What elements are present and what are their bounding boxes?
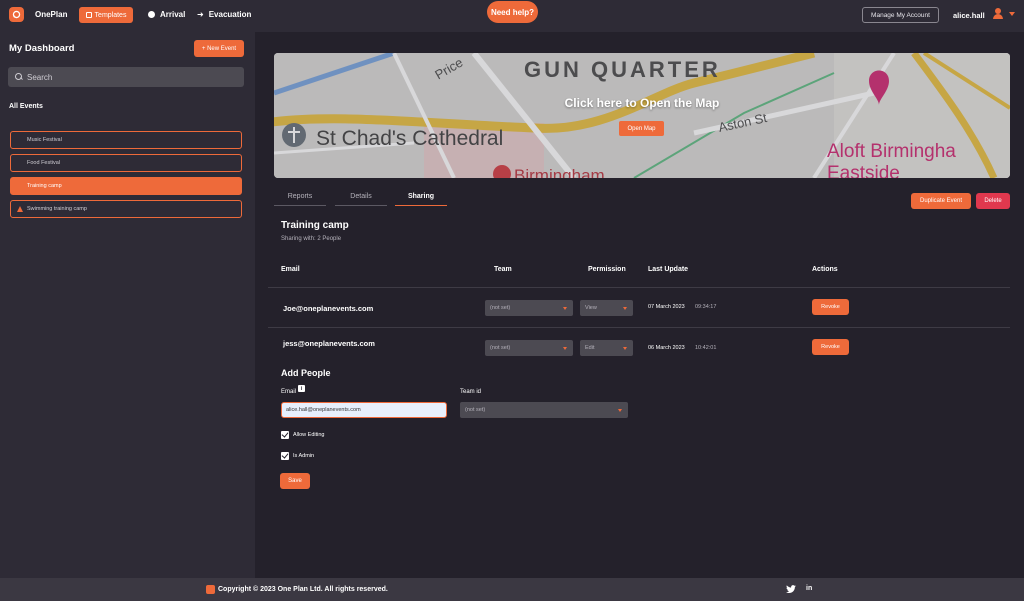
search-input[interactable]: [27, 72, 227, 82]
open-map-button[interactable]: Open Map: [619, 121, 664, 136]
table-divider: [268, 287, 1010, 288]
nav-templates-label: Templates: [94, 11, 127, 19]
is-admin-checkbox[interactable]: [281, 452, 289, 460]
open-map-prompt[interactable]: Click here to Open the Map: [274, 96, 1010, 110]
column-header-permission: Permission: [588, 266, 626, 273]
oneplan-logo-icon: [206, 585, 215, 594]
all-events-heading: All Events: [9, 103, 43, 110]
permission-select-value: View: [585, 305, 597, 311]
search-box[interactable]: [8, 67, 244, 87]
info-icon[interactable]: i: [298, 385, 305, 392]
column-header-last-update: Last Update: [648, 266, 689, 273]
is-admin-label: Is Admin: [293, 453, 315, 459]
username-label[interactable]: alice.hall: [953, 11, 985, 20]
tab-reports[interactable]: Reports: [274, 193, 326, 206]
row-time: 09:34:17: [695, 304, 717, 310]
linkedin-icon[interactable]: in: [806, 585, 815, 594]
row-date: 07 March 2023: [648, 304, 685, 310]
allow-editing-label: Allow Editing: [293, 432, 325, 438]
email-field-label: Email: [281, 389, 297, 395]
email-field[interactable]: [281, 402, 447, 418]
sharing-count: Sharing with: 2 People: [281, 236, 342, 242]
footer: Copyright © 2023 One Plan Ltd. All right…: [0, 578, 1024, 601]
delete-event-button[interactable]: Delete: [976, 193, 1010, 209]
manage-account-button[interactable]: Manage My Account: [862, 7, 939, 23]
event-label: Training camp: [27, 183, 62, 189]
row-date: 06 March 2023: [648, 345, 685, 351]
sidebar: My Dashboard + New Event All Events Musi…: [0, 32, 255, 578]
sidebar-event-music-festival[interactable]: Music Festival: [10, 131, 242, 149]
table-divider: [268, 327, 1010, 328]
row-email: jess@oneplanevents.com: [283, 339, 375, 348]
twitter-icon[interactable]: [786, 585, 796, 594]
chevron-down-icon: [623, 347, 627, 350]
event-label: Food Festival: [27, 160, 61, 166]
column-header-actions: Actions: [812, 266, 838, 273]
nav-templates-button[interactable]: Templates: [79, 7, 133, 23]
revoke-button[interactable]: Revoke: [812, 339, 849, 355]
allow-editing-checkbox[interactable]: [281, 431, 289, 439]
column-header-team: Team: [494, 266, 512, 273]
chevron-down-icon: [563, 347, 567, 350]
team-id-label: Team id: [460, 389, 482, 395]
arrival-icon: [148, 11, 155, 18]
top-navigation-bar: OnePlan Templates Arrival ➜ Evacuation N…: [0, 0, 1024, 32]
chevron-down-icon: [563, 307, 567, 310]
save-button[interactable]: Save: [280, 473, 310, 489]
event-label: Music Festival: [27, 137, 62, 143]
permission-select[interactable]: Edit: [580, 340, 633, 356]
user-avatar-icon[interactable]: [993, 8, 1003, 20]
team-select[interactable]: (not set): [485, 300, 573, 316]
team-select-value: (not set): [490, 345, 511, 351]
map-overlay: [274, 53, 1010, 178]
revoke-button[interactable]: Revoke: [812, 299, 849, 315]
search-icon: [15, 73, 23, 81]
column-header-email: Email: [281, 266, 300, 273]
evacuation-arrow-icon: ➜: [197, 10, 204, 19]
tab-details[interactable]: Details: [335, 193, 387, 206]
oneplan-logo-icon[interactable]: [9, 7, 24, 22]
team-id-select[interactable]: (not set): [460, 402, 628, 418]
event-label: Swimming training camp: [27, 206, 87, 212]
row-email: Joe@oneplanevents.com: [283, 304, 374, 313]
sidebar-event-training-camp[interactable]: Training camp: [10, 177, 242, 195]
templates-icon: [85, 12, 92, 18]
event-title: Training camp: [281, 220, 349, 231]
chevron-down-icon: [618, 409, 622, 412]
map-preview[interactable]: GUN QUARTER St Chad's Cathedral Aston St…: [274, 53, 1010, 178]
permission-select-value: Edit: [585, 345, 595, 351]
team-select[interactable]: (not set): [485, 340, 573, 356]
permission-select[interactable]: View: [580, 300, 633, 316]
team-select-value: (not set): [490, 305, 511, 311]
nav-evacuation-label: Evacuation: [208, 10, 252, 19]
add-people-heading: Add People: [281, 368, 331, 378]
new-event-button[interactable]: + New Event: [194, 40, 244, 57]
dashboard-title: My Dashboard: [9, 43, 75, 54]
team-id-select-value: (not set): [465, 407, 486, 413]
need-help-button[interactable]: Need help?: [487, 1, 538, 23]
brand-name[interactable]: OnePlan: [35, 10, 67, 19]
chevron-down-icon: [623, 307, 627, 310]
sidebar-event-swimming-training-camp[interactable]: Swimming training camp: [10, 200, 242, 218]
copyright-text: Copyright © 2023 One Plan Ltd. All right…: [218, 586, 388, 593]
nav-arrival-link[interactable]: Arrival: [148, 10, 185, 19]
duplicate-event-button[interactable]: Duplicate Event: [911, 193, 971, 209]
row-time: 10:42:01: [695, 345, 717, 351]
chevron-down-icon[interactable]: [1009, 12, 1015, 16]
tab-sharing[interactable]: Sharing: [395, 193, 447, 206]
nav-evacuation-link[interactable]: ➜ Evacuation: [197, 10, 251, 19]
nav-arrival-label: Arrival: [160, 10, 186, 19]
warning-icon: [17, 206, 23, 212]
sidebar-event-food-festival[interactable]: Food Festival: [10, 154, 242, 172]
